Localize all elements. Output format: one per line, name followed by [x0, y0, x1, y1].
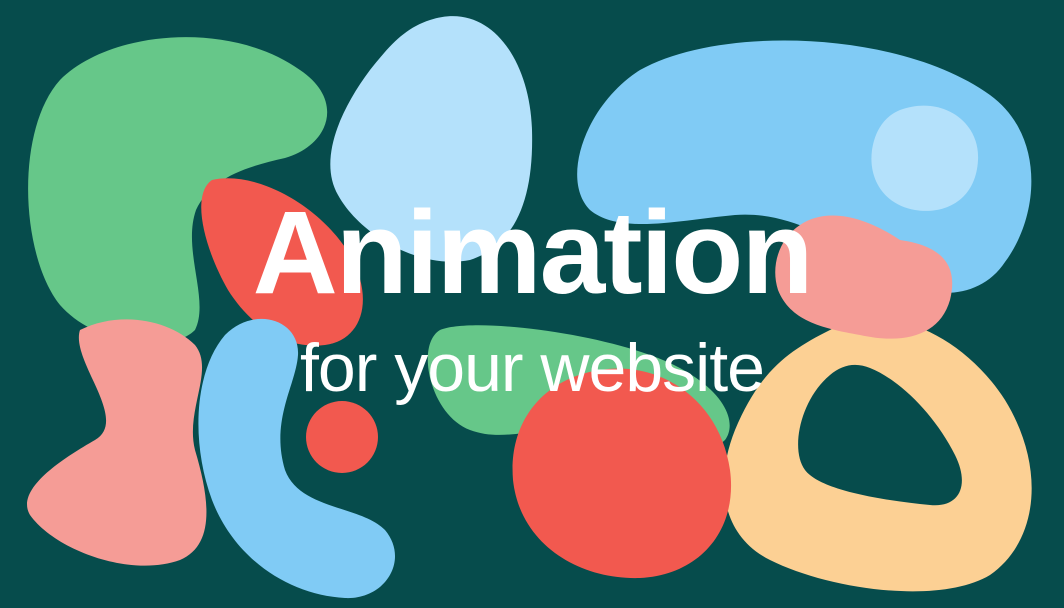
headline: Animation: [252, 187, 814, 319]
red-dot: [306, 401, 378, 473]
subheadline: for your website: [300, 330, 765, 406]
hero-banner: Animation for your website: [0, 0, 1064, 608]
